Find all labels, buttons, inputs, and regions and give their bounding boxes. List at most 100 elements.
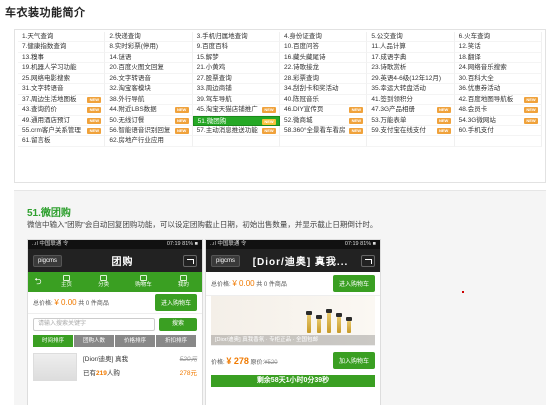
feature-item[interactable]: 7.健康指数查询: [18, 42, 106, 53]
feature-item[interactable]: 21.小黄鸡: [192, 63, 280, 74]
share-icon[interactable]: [183, 254, 197, 267]
feature-item[interactable]: 53.万能表单 NEW: [367, 115, 455, 126]
feature-item[interactable]: 51.微团购 NEW: [192, 115, 280, 126]
feature-item[interactable]: 59.支付宝在线支付 NEW: [367, 125, 455, 137]
feature-item[interactable]: 24.网络音乐搜索: [454, 63, 542, 74]
feature-item[interactable]: 28.彩票查询: [280, 73, 368, 85]
feature-item[interactable]: 44.附近LBS数据 NEW: [105, 105, 193, 116]
feature-item[interactable]: 33.周边商铺: [192, 84, 280, 95]
feature-item[interactable]: 61.留言板: [18, 136, 106, 147]
feature-item[interactable]: 58.360°全景看车看房 NEW: [280, 125, 368, 137]
feature-item[interactable]: 48.会员卡 NEW: [454, 105, 542, 116]
search-input[interactable]: 请输入搜索关键字: [33, 318, 155, 331]
tab-sort-buyers[interactable]: 团购人数: [74, 335, 115, 347]
brand-button[interactable]: pigcms: [33, 254, 63, 267]
feature-item-label: 21.小黄鸡: [196, 64, 226, 72]
feature-item[interactable]: 1.天气查询: [18, 32, 106, 43]
feature-item-label: 30.百科大全: [458, 74, 494, 82]
feature-item-label: 47.3G产品相册: [371, 106, 416, 114]
feature-item[interactable]: 29.英语4-6级(12年12月): [367, 73, 455, 85]
feature-item[interactable]: 6.火车查询: [454, 32, 542, 43]
feature-item[interactable]: 31.文字转语音: [18, 84, 106, 95]
feature-item[interactable]: 20.百度火图文回复: [105, 63, 193, 74]
feature-item[interactable]: 8.实时彩票(停用): [105, 42, 193, 53]
feature-item[interactable]: 25.网络电影搜索: [18, 73, 106, 85]
feature-item[interactable]: 4.身份证查询: [280, 32, 368, 43]
feature-item[interactable]: 2.快递查询: [105, 32, 193, 43]
feature-item[interactable]: 39.驾车导航: [192, 94, 280, 106]
nav-cart[interactable]: 购物车: [135, 275, 152, 289]
feature-item[interactable]: 15.解梦: [192, 52, 280, 64]
category-icon: [100, 275, 108, 281]
feature-item[interactable]: 46.DIY宣传页 NEW: [280, 105, 368, 116]
feature-item[interactable]: 54.3G微网站 NEW: [454, 115, 542, 126]
feature-item[interactable]: 16.藏头藏尾诗: [280, 52, 368, 64]
feature-item[interactable]: 11.人品计算: [367, 42, 455, 53]
feature-item[interactable]: 22.诗歌接龙: [280, 63, 368, 74]
feature-item[interactable]: 38.外行导航: [105, 94, 193, 106]
brand-button[interactable]: pigcms: [211, 254, 241, 267]
feature-item[interactable]: 32.淘宝客模块: [105, 84, 193, 95]
feature-item[interactable]: 10.百度问答: [280, 42, 368, 53]
nav-mine[interactable]: 我的: [178, 275, 189, 289]
feature-item-label: 59.支付宝在线支付: [371, 126, 426, 134]
new-badge: NEW: [174, 127, 189, 134]
feature-item[interactable]: 23.诗歌赏析: [367, 63, 455, 74]
add-to-cart-button[interactable]: 加入购物车: [332, 352, 375, 369]
feature-item[interactable]: 3.手机归属地查询: [192, 32, 280, 43]
search-button[interactable]: 搜索: [159, 318, 197, 331]
feature-item[interactable]: 49.通用酒店预订 NEW: [18, 115, 106, 126]
new-badge: NEW: [524, 107, 538, 114]
feature-item[interactable]: 36.优惠券活动: [454, 84, 542, 95]
feature-item[interactable]: 37.周边生活地图板 NEW: [18, 94, 106, 106]
nav-category[interactable]: 分类: [98, 275, 109, 289]
feature-item[interactable]: 56.智能语音识别回复 NEW: [105, 125, 193, 137]
feature-item-label: 2.快递查询: [109, 33, 141, 40]
feature-item[interactable]: 42.百度地图导航板 NEW: [454, 94, 542, 106]
tab-sort-time[interactable]: 时间排序: [33, 335, 74, 347]
feature-item[interactable]: 26.文字转语音: [105, 73, 193, 85]
feature-item[interactable]: 27.股票查询: [192, 73, 280, 85]
feature-item-label: 4.身份证查询: [284, 33, 322, 40]
feature-item[interactable]: 41.签到领积分: [367, 94, 455, 106]
feature-item[interactable]: 43.查询药价 NEW: [18, 105, 106, 116]
feature-item-label: 61.留言板: [22, 137, 51, 145]
feature-item[interactable]: 40.陈冠音乐: [280, 94, 368, 106]
feature-item-label: 26.文字转语音: [109, 74, 151, 82]
feature-item[interactable]: 18.翻译: [454, 52, 542, 64]
new-badge: NEW: [87, 117, 102, 124]
feature-item[interactable]: 19.机器人学习功能: [18, 63, 106, 74]
feature-item: [367, 136, 455, 147]
feature-item[interactable]: 17.成语字典: [367, 52, 455, 64]
feature-item-label: 1.天气查询: [22, 33, 54, 40]
feature-item[interactable]: 47.3G产品相册 NEW: [367, 105, 455, 116]
feature-item[interactable]: 14.谜语: [105, 52, 193, 64]
feature-item[interactable]: 13.糗事: [18, 52, 106, 64]
go-to-cart-button[interactable]: 进入购物车: [154, 294, 197, 311]
feature-item[interactable]: 35.幸运大转盘活动: [367, 84, 455, 95]
feature-item[interactable]: 34.刮刮卡和奖活动: [280, 84, 368, 95]
list-item[interactable]: [Dior/迪奥] 真我 520元 已有219人购 278元: [28, 347, 202, 387]
tab-sort-discount[interactable]: 折扣排序: [156, 335, 197, 347]
search-row: 请输入搜索关键字 搜索: [28, 314, 202, 335]
tab-sort-price[interactable]: 价格排序: [115, 335, 156, 347]
feature-item[interactable]: 55.crm客户关系管理 NEW: [18, 125, 106, 137]
feature-item[interactable]: 12.笑话: [454, 42, 542, 53]
go-to-cart-button[interactable]: 进入购物车: [332, 275, 375, 292]
back-icon[interactable]: ⮌: [28, 274, 48, 290]
feature-item[interactable]: 45.淘宝天猫店铺推广 NEW: [192, 105, 280, 116]
status-bar: ..ıl 中国联通 令 07:19 81% ■: [28, 240, 202, 249]
nav-home[interactable]: 主页: [61, 275, 72, 289]
share-icon[interactable]: [361, 254, 375, 267]
app-title: [Dior/迪奥] 真我...: [252, 257, 349, 268]
feature-item[interactable]: 9.百度百科: [192, 42, 280, 53]
feature-item[interactable]: 60.手机支付: [454, 125, 542, 137]
feature-item[interactable]: 50.无线订餐 NEW: [105, 115, 193, 126]
feature-item-label: 39.驾车导航: [196, 95, 232, 103]
feature-item[interactable]: 57.主动消息推送功能 NEW: [192, 125, 280, 137]
stray-dot: [462, 291, 464, 293]
feature-item[interactable]: 52.微商城 NEW: [280, 115, 368, 126]
feature-item[interactable]: 62.房地产行业应用: [105, 136, 193, 147]
feature-item[interactable]: 30.百科大全: [454, 73, 542, 85]
feature-item[interactable]: 5.公交查询: [367, 32, 455, 43]
